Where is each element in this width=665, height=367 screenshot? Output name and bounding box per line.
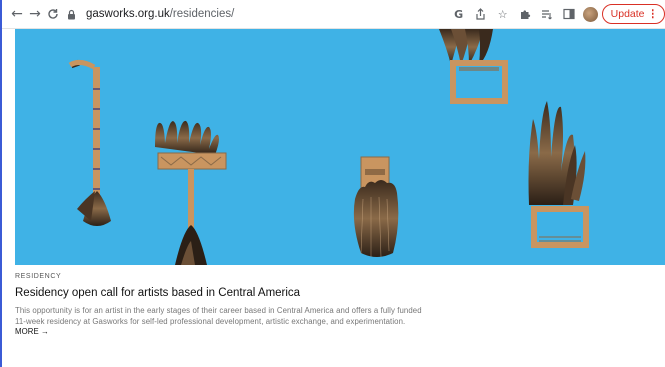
artwork-feather-fan [155, 120, 227, 265]
artwork-top-frame [439, 29, 508, 104]
url-path: /residencies/ [169, 8, 235, 20]
extensions-icon[interactable] [515, 4, 535, 24]
artwork-right-frame [528, 101, 589, 248]
toolbar-actions: G ☆ Update ⋮ [447, 0, 665, 28]
more-menu-icon[interactable]: ⋮ [648, 8, 659, 20]
update-label: Update [610, 8, 645, 20]
forward-arrow-icon[interactable]: → [26, 4, 44, 24]
reading-list-icon[interactable] [537, 4, 557, 24]
profile-avatar-icon[interactable] [582, 6, 598, 22]
hero-artwork [68, 29, 589, 265]
url-domain: gasworks.org.uk [86, 8, 170, 20]
lock-icon[interactable] [64, 9, 78, 20]
google-icon[interactable]: G [449, 4, 469, 24]
share-icon[interactable] [471, 4, 491, 24]
hero-image[interactable] [15, 29, 665, 265]
artwork-hanging-feathers [353, 156, 399, 258]
article-title[interactable]: Residency open call for artists based in… [15, 287, 300, 299]
article-description: This opportunity is for an artist in the… [15, 306, 425, 338]
browser-toolbar: ← → gasworks.org.uk/residencies/ G ☆ Upd… [2, 0, 665, 29]
bookmark-star-icon[interactable]: ☆ [493, 4, 513, 24]
description-text: This opportunity is for an artist in the… [15, 306, 422, 326]
category-label: RESIDENCY [15, 273, 62, 280]
artwork-staff-left [68, 59, 111, 226]
more-link[interactable]: MORE → [15, 327, 49, 336]
update-button[interactable]: Update ⋮ [601, 4, 665, 24]
back-arrow-icon[interactable]: ← [8, 4, 26, 24]
address-bar[interactable]: gasworks.org.uk/residencies/ [64, 3, 489, 25]
side-panel-icon[interactable] [559, 4, 579, 24]
reload-icon[interactable] [44, 4, 62, 24]
